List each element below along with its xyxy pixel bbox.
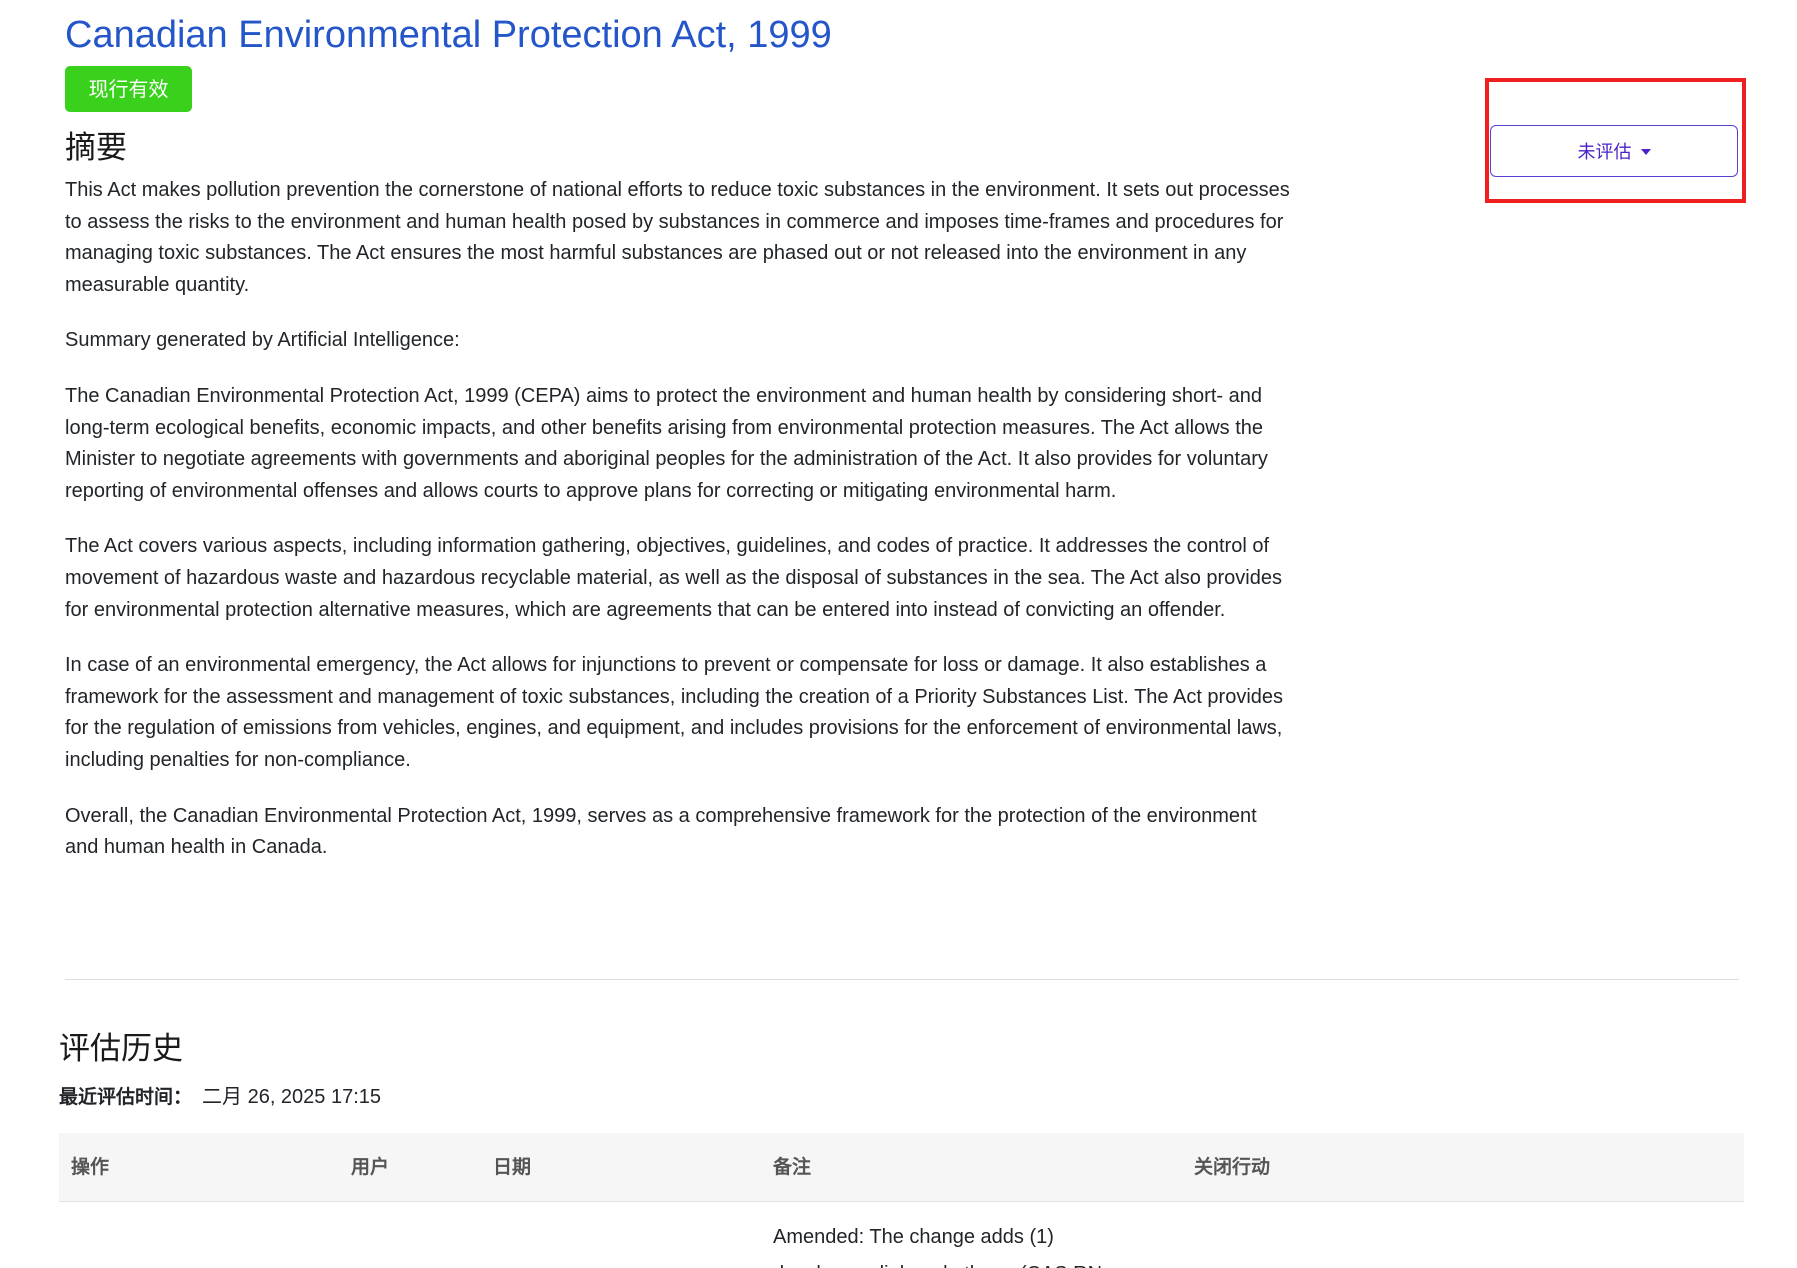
summary-body: This Act makes pollution prevention the … — [65, 175, 1290, 888]
summary-heading: 摘要 — [65, 130, 127, 166]
summary-paragraph: Overall, the Canadian Environmental Prot… — [65, 804, 1257, 859]
history-table-header: 操作 用户 日期 备注 关闭行动 — [59, 1133, 1744, 1202]
column-header-action: 操作 — [71, 1156, 110, 1178]
column-header-note: 备注 — [773, 1156, 812, 1178]
section-divider — [65, 979, 1739, 980]
status-badge: 现行有效 — [65, 66, 192, 112]
assessment-status-dropdown[interactable]: 未评估 — [1490, 125, 1738, 177]
page-title: Canadian Environmental Protection Act, 1… — [65, 14, 832, 56]
column-header-close-action: 关闭行动 — [1194, 1156, 1271, 1178]
assessment-status-label: 未评估 — [1577, 142, 1632, 163]
last-assessed-value: 二月 26, 2025 17:15 — [202, 1086, 382, 1108]
assessment-history-heading: 评估历史 — [59, 1031, 183, 1067]
ai-summary-label: Summary generated by Artificial Intellig… — [65, 329, 460, 352]
law-detail-page: Canadian Environmental Protection Act, 1… — [0, 0, 1797, 1268]
column-header-date: 日期 — [493, 1156, 532, 1178]
last-assessed-info: 最近评估时间： 二月 26, 2025 17:15 — [59, 1080, 381, 1109]
last-assessed-label: 最近评估时间： — [59, 1086, 193, 1108]
summary-paragraph: The Act covers various aspects, includin… — [65, 535, 1282, 621]
summary-paragraph: The Canadian Environmental Protection Ac… — [65, 384, 1268, 502]
summary-paragraph: This Act makes pollution prevention the … — [65, 179, 1290, 296]
summary-paragraph: In case of an environmental emergency, t… — [65, 654, 1284, 771]
caret-down-icon — [1640, 149, 1651, 155]
table-cell-note: Amended: The change adds (1) decabromodi… — [773, 1226, 1102, 1268]
table-row: Amended: The change adds (1) decabromodi… — [59, 1202, 1744, 1268]
column-header-user: 用户 — [351, 1156, 390, 1178]
